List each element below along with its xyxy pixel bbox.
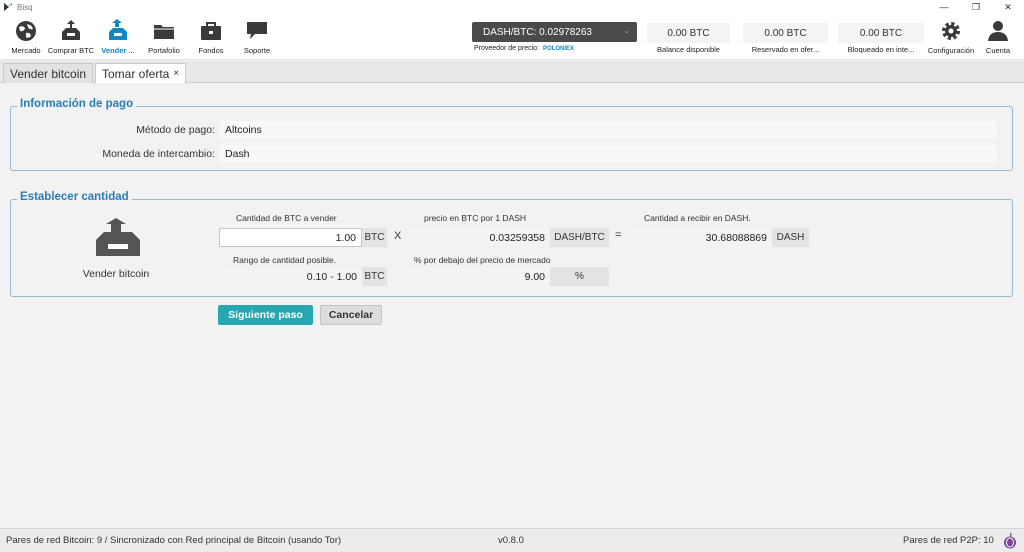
chevron-down-icon: ⌄	[623, 26, 630, 35]
btc-unit: BTC	[362, 228, 387, 247]
nav-cuenta[interactable]: Cuenta	[983, 19, 1013, 59]
balance-available-value: 0.00 BTC	[647, 23, 730, 43]
nav-label: Vender ...	[101, 46, 135, 55]
p2p-network-status: Pares de red P2P: 10	[903, 535, 994, 546]
window-controls: — ❐ ✕	[928, 0, 1024, 14]
bitcoin-network-status: Pares de red Bitcoin: 9 / Sincronizado c…	[6, 535, 342, 546]
nav-label: Portafolio	[148, 46, 180, 55]
price-caption: precio en BTC por 1 DASH	[424, 213, 527, 223]
pct-value: 9.00	[408, 267, 550, 286]
balance-reserved-value: 0.00 BTC	[743, 23, 828, 43]
nav-label: Fondos	[198, 46, 224, 55]
nav-label: Soporte	[243, 46, 271, 55]
nav-comprar-btc[interactable]: Comprar BTC	[46, 19, 96, 59]
folder-icon	[154, 25, 174, 39]
nav-portafolio[interactable]: Portafolio	[145, 19, 183, 59]
provider-name[interactable]: POLONIEX	[543, 46, 574, 52]
nav-label: Cuenta	[985, 46, 1011, 55]
btc-amount-input[interactable]: 1.00	[219, 228, 362, 247]
receive-unit: DASH	[772, 228, 809, 247]
nav-label: Comprar BTC	[47, 46, 95, 55]
payment-method-value: Altcoins	[219, 121, 997, 139]
globe-icon	[16, 21, 36, 41]
range-unit: BTC	[362, 267, 387, 286]
tab-tomar-oferta[interactable]: Tomar oferta ×	[95, 63, 187, 83]
btc-amount-caption: Cantidad de BTC a vender	[236, 213, 337, 223]
price-unit: DASH/BTC	[550, 228, 609, 247]
balance-available-label: Balance disponible	[657, 45, 720, 54]
next-step-button[interactable]: Siguiente paso	[218, 305, 313, 325]
status-bar: Pares de red Bitcoin: 9 / Sincronizado c…	[0, 528, 1024, 552]
sell-bitcoin-icon	[96, 218, 140, 256]
briefcase-icon	[201, 22, 221, 40]
chat-icon	[247, 22, 267, 39]
sell-btc-icon	[109, 19, 127, 40]
price-value: 0.03259358	[408, 228, 550, 247]
close-window-button[interactable]: ✕	[992, 0, 1024, 14]
title-bar: Bisq — ❐ ✕	[0, 0, 1024, 14]
balance-locked-label: Bloqueado en inte...	[847, 45, 915, 54]
set-amount-panel: Establecer cantidad Vender bitcoin Canti…	[10, 191, 1013, 297]
price-selector[interactable]: DASH/BTC: 0.02978263 ⌄	[472, 22, 637, 42]
range-value: 0.10 - 1.00	[219, 267, 362, 286]
trade-currency-value: Dash	[219, 145, 997, 163]
balance-reserved-label: Reservado en ofer...	[751, 45, 820, 54]
minimize-button[interactable]: —	[928, 0, 960, 14]
tab-label: Vender bitcoin	[10, 66, 87, 81]
tab-vender-bitcoin[interactable]: Vender bitcoin	[3, 63, 94, 83]
receive-value: 30.68088869	[631, 228, 772, 247]
version-label: v0.8.0	[498, 535, 524, 546]
payment-info-title: Información de pago	[17, 98, 137, 110]
gear-icon	[942, 22, 960, 40]
nav-label: Mercado	[11, 46, 41, 55]
maximize-button[interactable]: ❐	[960, 0, 992, 14]
side-label: Vender bitcoin	[82, 268, 150, 280]
pct-caption: % por debajo del precio de mercado	[414, 255, 551, 265]
nav-mercado[interactable]: Mercado	[8, 19, 44, 59]
balance-locked-value: 0.00 BTC	[838, 23, 924, 43]
tor-onion-icon	[1004, 532, 1016, 549]
range-caption: Rango de cantidad posible.	[233, 255, 337, 265]
tab-label: Tomar oferta	[102, 66, 170, 81]
nav-vender-btc[interactable]: Vender ...	[96, 19, 140, 59]
equals-sign: =	[615, 229, 622, 241]
window-title: Bisq	[17, 2, 33, 12]
main-toolbar: Mercado Comprar BTC Vender ... Portafoli…	[0, 14, 1024, 60]
payment-method-label: Método de pago:	[136, 124, 215, 136]
price-value: DASH/BTC: 0.02978263	[483, 26, 592, 38]
multiply-sign: X	[394, 230, 402, 242]
nav-configuracion[interactable]: Configuración	[925, 19, 977, 59]
price-provider: Proveedor de precio: POLONIEX	[474, 45, 574, 52]
nav-label: Configuración	[927, 46, 975, 55]
pct-unit: %	[550, 267, 609, 286]
bisq-logo-icon	[4, 3, 12, 11]
cancel-button[interactable]: Cancelar	[320, 305, 382, 325]
nav-soporte[interactable]: Soporte	[240, 19, 274, 59]
buy-btc-icon	[62, 20, 80, 40]
payment-info-panel: Información de pago Método de pago: Altc…	[10, 98, 1013, 171]
provider-label: Proveedor de precio:	[474, 45, 539, 52]
trade-currency-label: Moneda de intercambio:	[102, 148, 215, 160]
user-icon	[988, 21, 1008, 41]
receive-caption: Cantidad a recibir en DASH.	[644, 213, 751, 223]
tab-bar: Vender bitcoin Tomar oferta ×	[0, 61, 1024, 83]
nav-fondos[interactable]: Fondos	[194, 19, 228, 59]
close-tab-icon[interactable]: ×	[173, 68, 179, 79]
set-amount-title: Establecer cantidad	[17, 191, 132, 203]
